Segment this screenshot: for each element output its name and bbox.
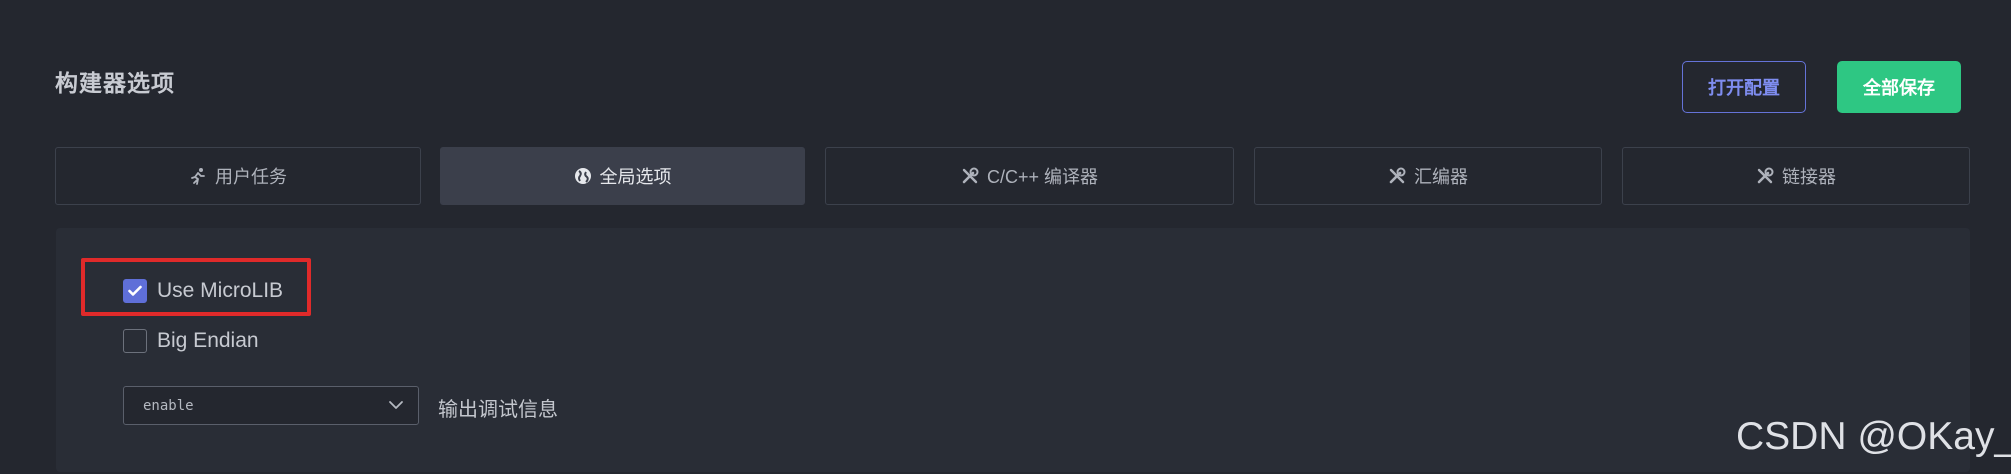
- big-endian-label: Big Endian: [157, 329, 259, 352]
- tab-linker[interactable]: 链接器: [1622, 147, 1970, 205]
- big-endian-option[interactable]: Big Endian: [123, 329, 259, 353]
- watermark: CSDN @OKay_J: [1736, 415, 2011, 458]
- tab-global-options[interactable]: 全局选项: [440, 147, 805, 205]
- use-microlib-option[interactable]: Use MicroLIB: [123, 279, 283, 303]
- globe-icon: [574, 167, 592, 185]
- big-endian-checkbox[interactable]: [123, 329, 147, 353]
- tab-label: 汇编器: [1414, 167, 1468, 187]
- run-icon: [189, 167, 207, 185]
- tab-assembler[interactable]: 汇编器: [1254, 147, 1602, 205]
- debug-info-select[interactable]: enable: [123, 386, 419, 425]
- tab-c-cpp-compiler[interactable]: C/C++ 编译器: [825, 147, 1234, 205]
- tools-icon: [961, 167, 979, 185]
- tools-icon: [1756, 167, 1774, 185]
- open-config-button[interactable]: 打开配置: [1682, 61, 1806, 113]
- tab-label: C/C++ 编译器: [986, 167, 1099, 187]
- tab-label: 用户任务: [215, 167, 287, 187]
- save-all-button[interactable]: 全部保存: [1837, 61, 1961, 113]
- debug-info-label: 输出调试信息: [438, 399, 558, 421]
- tab-user-tasks[interactable]: 用户任务: [55, 147, 421, 205]
- checkmark-icon: [128, 285, 142, 296]
- tab-label: 链接器: [1782, 167, 1836, 187]
- use-microlib-label: Use MicroLIB: [157, 279, 284, 302]
- use-microlib-checkbox[interactable]: [123, 279, 147, 303]
- chevron-down-icon: [388, 399, 404, 415]
- page-title: 构建器选项: [55, 70, 175, 96]
- options-panel: [56, 228, 1970, 472]
- tools-icon: [1388, 167, 1406, 185]
- debug-info-select-value: enable: [143, 397, 194, 414]
- tab-label: 全局选项: [599, 167, 672, 187]
